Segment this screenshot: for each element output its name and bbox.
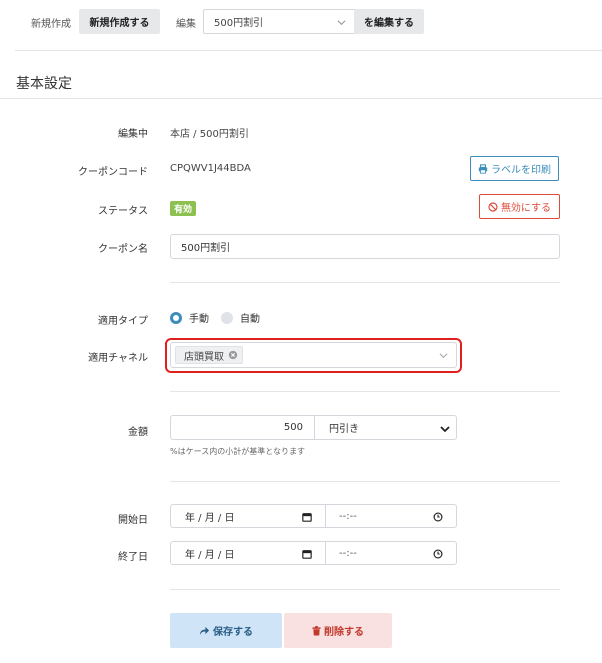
channel-label: 適用チャネル bbox=[88, 353, 148, 364]
coupon-name-input[interactable]: 500円割引 bbox=[170, 234, 560, 259]
divider bbox=[170, 391, 560, 392]
save-text: 保存する bbox=[213, 627, 253, 638]
share-icon bbox=[199, 626, 210, 635]
amount-unit-value: 円引き bbox=[329, 424, 359, 435]
print-label-text: ラベルを印刷 bbox=[491, 165, 551, 176]
channel-tag-text: 店頭買取 bbox=[184, 351, 224, 363]
amount-unit-select[interactable]: 円引き bbox=[314, 415, 457, 440]
coupon-name-value: 500円割引 bbox=[181, 243, 231, 254]
radio-checked bbox=[170, 311, 182, 324]
apply-type-radio-manual[interactable]: 手動 bbox=[170, 310, 209, 325]
edit-select-value: 500円割引 bbox=[214, 18, 264, 29]
edit-button[interactable]: を編集する bbox=[354, 9, 424, 34]
edit-select[interactable]: 500円割引 bbox=[203, 9, 355, 34]
divider bbox=[170, 282, 560, 283]
radio-unchecked bbox=[221, 311, 233, 324]
chevron-down-icon bbox=[439, 353, 448, 359]
amount-help-text: %はケース内の小計が基準となります bbox=[170, 447, 305, 456]
close-circle-icon[interactable] bbox=[228, 350, 238, 360]
amount-input[interactable]: 500 bbox=[170, 415, 315, 440]
status-label: ステータス bbox=[98, 206, 148, 217]
end-time-placeholder: --:-- bbox=[339, 547, 357, 559]
apply-type-label: 適用タイプ bbox=[98, 316, 148, 327]
start-date-placeholder: 年 / 月 / 日 bbox=[185, 512, 235, 524]
divider bbox=[170, 589, 560, 590]
divider bbox=[170, 481, 560, 482]
divider bbox=[15, 50, 602, 51]
clock-icon[interactable] bbox=[433, 549, 443, 559]
end-date-input[interactable]: 年 / 月 / 日 bbox=[170, 541, 326, 565]
status-badge: 有効 bbox=[170, 201, 197, 216]
coupon-name-label: クーポン名 bbox=[98, 244, 148, 255]
calendar-icon[interactable] bbox=[302, 549, 312, 559]
disable-button[interactable]: 無効にする bbox=[479, 194, 560, 219]
chevron-down-icon bbox=[337, 20, 346, 26]
edit-label: 編集 bbox=[176, 19, 196, 30]
channel-tag: 店頭買取 bbox=[175, 346, 243, 364]
start-time-placeholder: --:-- bbox=[339, 510, 357, 522]
radio-label-manual: 手動 bbox=[189, 314, 209, 325]
ban-icon bbox=[488, 201, 498, 212]
end-time-input[interactable]: --:-- bbox=[325, 541, 457, 565]
new-label: 新規作成 bbox=[31, 19, 71, 30]
chevron-down-icon bbox=[440, 426, 450, 433]
radio-label-auto: 自動 bbox=[240, 314, 260, 325]
delete-text: 削除する bbox=[324, 627, 364, 638]
amount-value: 500 bbox=[283, 422, 303, 433]
end-date-label: 終了日 bbox=[118, 552, 148, 563]
editing-value: 本店 / 500円割引 bbox=[170, 129, 249, 140]
coupon-code-label: クーポンコード bbox=[78, 167, 148, 178]
print-label-button[interactable]: ラベルを印刷 bbox=[470, 156, 559, 181]
new-button[interactable]: 新規作成する bbox=[79, 9, 160, 34]
start-date-input[interactable]: 年 / 月 / 日 bbox=[170, 504, 326, 528]
editing-label: 編集中 bbox=[118, 129, 148, 140]
trash-icon bbox=[312, 625, 321, 635]
delete-button[interactable]: 削除する bbox=[284, 613, 392, 648]
disable-text: 無効にする bbox=[500, 203, 552, 214]
start-date-label: 開始日 bbox=[118, 515, 148, 526]
printer-icon bbox=[478, 163, 488, 174]
channel-select[interactable]: 店頭買取 bbox=[170, 342, 457, 368]
coupon-code-value: CPQWV1J44BDA bbox=[170, 163, 251, 174]
start-time-input[interactable]: --:-- bbox=[325, 504, 457, 528]
end-date-placeholder: 年 / 月 / 日 bbox=[185, 549, 235, 561]
calendar-icon[interactable] bbox=[302, 512, 312, 522]
amount-label: 金額 bbox=[128, 427, 148, 438]
save-button[interactable]: 保存する bbox=[170, 613, 282, 648]
clock-icon[interactable] bbox=[433, 512, 443, 522]
section-title: 基本設定 bbox=[16, 76, 72, 92]
apply-type-radio-auto[interactable]: 自動 bbox=[221, 310, 260, 325]
divider bbox=[0, 98, 602, 99]
